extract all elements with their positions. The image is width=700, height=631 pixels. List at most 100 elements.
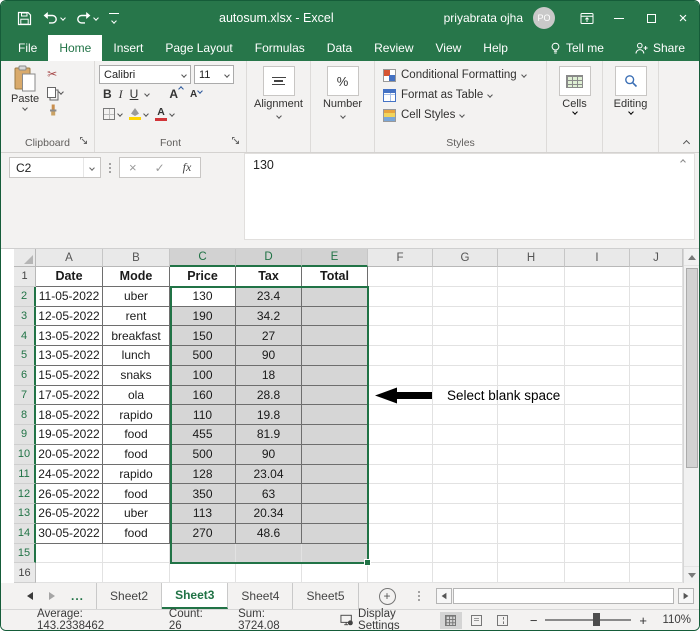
horizontal-scrollbar-thumb[interactable] bbox=[453, 588, 674, 604]
editing-group[interactable]: Editing bbox=[603, 61, 659, 152]
cell-F11[interactable] bbox=[368, 465, 433, 485]
cell-I13[interactable] bbox=[565, 504, 630, 524]
cell-B10[interactable]: food bbox=[103, 445, 170, 465]
cell-E4[interactable] bbox=[302, 326, 368, 346]
cell-I16[interactable] bbox=[565, 563, 630, 583]
tab-data[interactable]: Data bbox=[316, 35, 363, 61]
cell-J10[interactable] bbox=[630, 445, 683, 465]
cell-J8[interactable] bbox=[630, 405, 683, 425]
cell-D10[interactable]: 90 bbox=[236, 445, 302, 465]
sheet-tab-sheet2[interactable]: Sheet2 bbox=[96, 583, 162, 609]
cell-J6[interactable] bbox=[630, 366, 683, 386]
collapse-formula-bar-icon[interactable] bbox=[680, 159, 686, 165]
new-sheet-button[interactable]: + bbox=[379, 588, 396, 605]
cell-A5[interactable]: 13-05-2022 bbox=[36, 346, 103, 366]
tell-me-button[interactable]: Tell me bbox=[550, 41, 604, 55]
cell-A4[interactable]: 13-05-2022 bbox=[36, 326, 103, 346]
cell-J5[interactable] bbox=[630, 346, 683, 366]
cell-A13[interactable]: 26-05-2022 bbox=[36, 504, 103, 524]
format-painter-button[interactable] bbox=[47, 103, 63, 117]
tab-home[interactable]: Home bbox=[48, 35, 102, 61]
zoom-slider-thumb[interactable] bbox=[593, 613, 600, 626]
account-user-name[interactable]: priyabrata ojha bbox=[444, 11, 523, 25]
cell-B13[interactable]: uber bbox=[103, 504, 170, 524]
cell-G12[interactable] bbox=[433, 484, 498, 504]
cell-D14[interactable]: 48.6 bbox=[236, 524, 302, 544]
borders-button[interactable] bbox=[103, 108, 122, 120]
alignment-group[interactable]: Alignment bbox=[247, 61, 311, 152]
cell-H9[interactable] bbox=[498, 425, 565, 445]
cell-D1[interactable]: Tax bbox=[236, 267, 302, 287]
cell-C1[interactable]: Price bbox=[170, 267, 236, 287]
cell-A3[interactable]: 12-05-2022 bbox=[36, 307, 103, 327]
cell-G2[interactable] bbox=[433, 287, 498, 307]
name-box-dropdown-icon[interactable] bbox=[83, 158, 100, 177]
column-header-B[interactable]: B bbox=[103, 249, 170, 267]
cell-I6[interactable] bbox=[565, 366, 630, 386]
save-icon[interactable] bbox=[15, 9, 34, 28]
cell-B16[interactable] bbox=[103, 563, 170, 583]
cell-J12[interactable] bbox=[630, 484, 683, 504]
cell-E10[interactable] bbox=[302, 445, 368, 465]
sheet-list-ellipsis[interactable]: ... bbox=[71, 589, 84, 603]
cell-C16[interactable] bbox=[170, 563, 236, 583]
cell-H14[interactable] bbox=[498, 524, 565, 544]
cell-D6[interactable]: 18 bbox=[236, 366, 302, 386]
cell-I1[interactable] bbox=[565, 267, 630, 287]
cell-G10[interactable] bbox=[433, 445, 498, 465]
cell-C14[interactable]: 270 bbox=[170, 524, 236, 544]
cells-dropdown-icon[interactable] bbox=[572, 109, 578, 115]
redo-dropdown-icon[interactable] bbox=[93, 15, 99, 21]
alignment-dropdown-icon[interactable] bbox=[276, 113, 282, 119]
cell-J14[interactable] bbox=[630, 524, 683, 544]
scroll-left-icon[interactable] bbox=[436, 588, 452, 604]
cell-F4[interactable] bbox=[368, 326, 433, 346]
row-header-4[interactable]: 4 bbox=[14, 326, 36, 346]
row-header-15[interactable]: 15 bbox=[14, 544, 36, 564]
cell-D15[interactable] bbox=[236, 544, 302, 564]
cell-C4[interactable]: 150 bbox=[170, 326, 236, 346]
cell-E3[interactable] bbox=[302, 307, 368, 327]
cell-C6[interactable]: 100 bbox=[170, 366, 236, 386]
cell-F15[interactable] bbox=[368, 544, 433, 564]
cell-B5[interactable]: lunch bbox=[103, 346, 170, 366]
fill-handle[interactable] bbox=[364, 559, 371, 566]
cell-B3[interactable]: rent bbox=[103, 307, 170, 327]
cell-B9[interactable]: food bbox=[103, 425, 170, 445]
format-as-table-button[interactable]: Format as Table bbox=[379, 85, 542, 105]
column-header-F[interactable]: F bbox=[368, 249, 433, 267]
cell-H13[interactable] bbox=[498, 504, 565, 524]
conditional-formatting-button[interactable]: Conditional Formatting bbox=[379, 65, 542, 85]
cell-A9[interactable]: 19-05-2022 bbox=[36, 425, 103, 445]
avatar[interactable]: PO bbox=[533, 7, 555, 29]
cell-D5[interactable]: 90 bbox=[236, 346, 302, 366]
normal-view-button[interactable] bbox=[440, 612, 462, 629]
display-settings-button[interactable]: Display Settings bbox=[340, 608, 436, 631]
cells-group[interactable]: Cells bbox=[547, 61, 603, 152]
cell-B14[interactable]: food bbox=[103, 524, 170, 544]
row-header-1[interactable]: 1 bbox=[14, 267, 36, 287]
cell-E15[interactable] bbox=[302, 544, 368, 564]
select-all-corner[interactable] bbox=[14, 249, 36, 267]
cell-D8[interactable]: 19.8 bbox=[236, 405, 302, 425]
cell-G5[interactable] bbox=[433, 346, 498, 366]
sheet-tab-sheet5[interactable]: Sheet5 bbox=[293, 583, 358, 609]
vertical-scrollbar-thumb[interactable] bbox=[686, 268, 698, 468]
copy-button[interactable] bbox=[47, 85, 63, 99]
row-header-7[interactable]: 7 bbox=[14, 386, 36, 406]
redo-button[interactable] bbox=[74, 9, 100, 27]
alignment-button[interactable] bbox=[263, 66, 295, 96]
cell-E16[interactable] bbox=[302, 563, 368, 583]
cell-B12[interactable]: food bbox=[103, 484, 170, 504]
paste-button[interactable]: Paste bbox=[11, 65, 39, 117]
font-dialog-launcher-icon[interactable] bbox=[231, 136, 240, 148]
cell-H1[interactable] bbox=[498, 267, 565, 287]
zoom-slider[interactable] bbox=[545, 619, 631, 620]
column-header-G[interactable]: G bbox=[433, 249, 498, 267]
cell-I3[interactable] bbox=[565, 307, 630, 327]
ribbon-display-options-button[interactable] bbox=[571, 1, 603, 35]
cell-I8[interactable] bbox=[565, 405, 630, 425]
cells-button[interactable] bbox=[559, 66, 591, 96]
cell-F2[interactable] bbox=[368, 287, 433, 307]
cell-G14[interactable] bbox=[433, 524, 498, 544]
